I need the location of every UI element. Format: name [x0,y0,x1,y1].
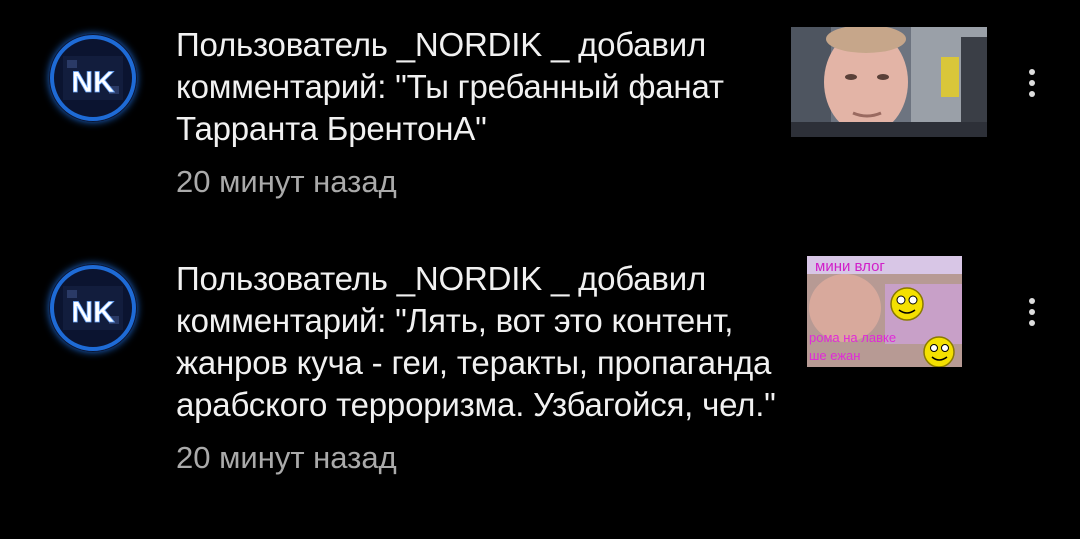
notification-item[interactable]: NK Пользователь _NORDIK _ добавил коммен… [0,0,1080,230]
more-vert-dot [1029,91,1035,97]
notification-message: Пользователь _NORDIK _ добавил комментар… [176,26,724,147]
nk-avatar-icon: NK [49,34,137,122]
more-options-button[interactable] [1020,61,1044,105]
nk-avatar-icon: NK [49,264,137,352]
more-vert-dot [1029,80,1035,86]
more-vert-icon [1029,298,1035,304]
notification-timestamp: 20 минут назад [176,164,397,199]
notification-message: Пользователь _NORDIK _ добавил комментар… [176,260,776,423]
more-vert-icon [1029,69,1035,75]
notification-item[interactable]: NK Пользователь _NORDIK _ добавил коммен… [0,230,1080,539]
video-thumbnail-image: мини влог рома на лавке ше ежан [807,256,962,367]
thumbnail-caption-bottom-2: ше ежан [809,348,860,363]
thumbnail-caption-top: мини влог [815,258,885,275]
more-vert-dot [1029,309,1035,315]
channel-avatar[interactable]: NK [49,264,137,352]
svg-text:NK: NK [71,66,115,99]
svg-text:NK: NK [71,296,115,329]
channel-avatar[interactable]: NK [49,34,137,122]
more-vert-dot [1029,320,1035,326]
video-thumbnail[interactable] [791,27,987,137]
video-thumbnail[interactable]: мини влог рома на лавке ше ежан [807,256,962,367]
thumbnail-caption-bottom-1: рома на лавке [809,330,896,345]
more-options-button[interactable] [1020,290,1044,334]
notification-text[interactable]: Пользователь _NORDIK _ добавил комментар… [176,258,776,478]
notification-text[interactable]: Пользователь _NORDIK _ добавил комментар… [176,24,776,202]
video-thumbnail-image [791,27,987,137]
notification-timestamp: 20 минут назад [176,440,397,475]
